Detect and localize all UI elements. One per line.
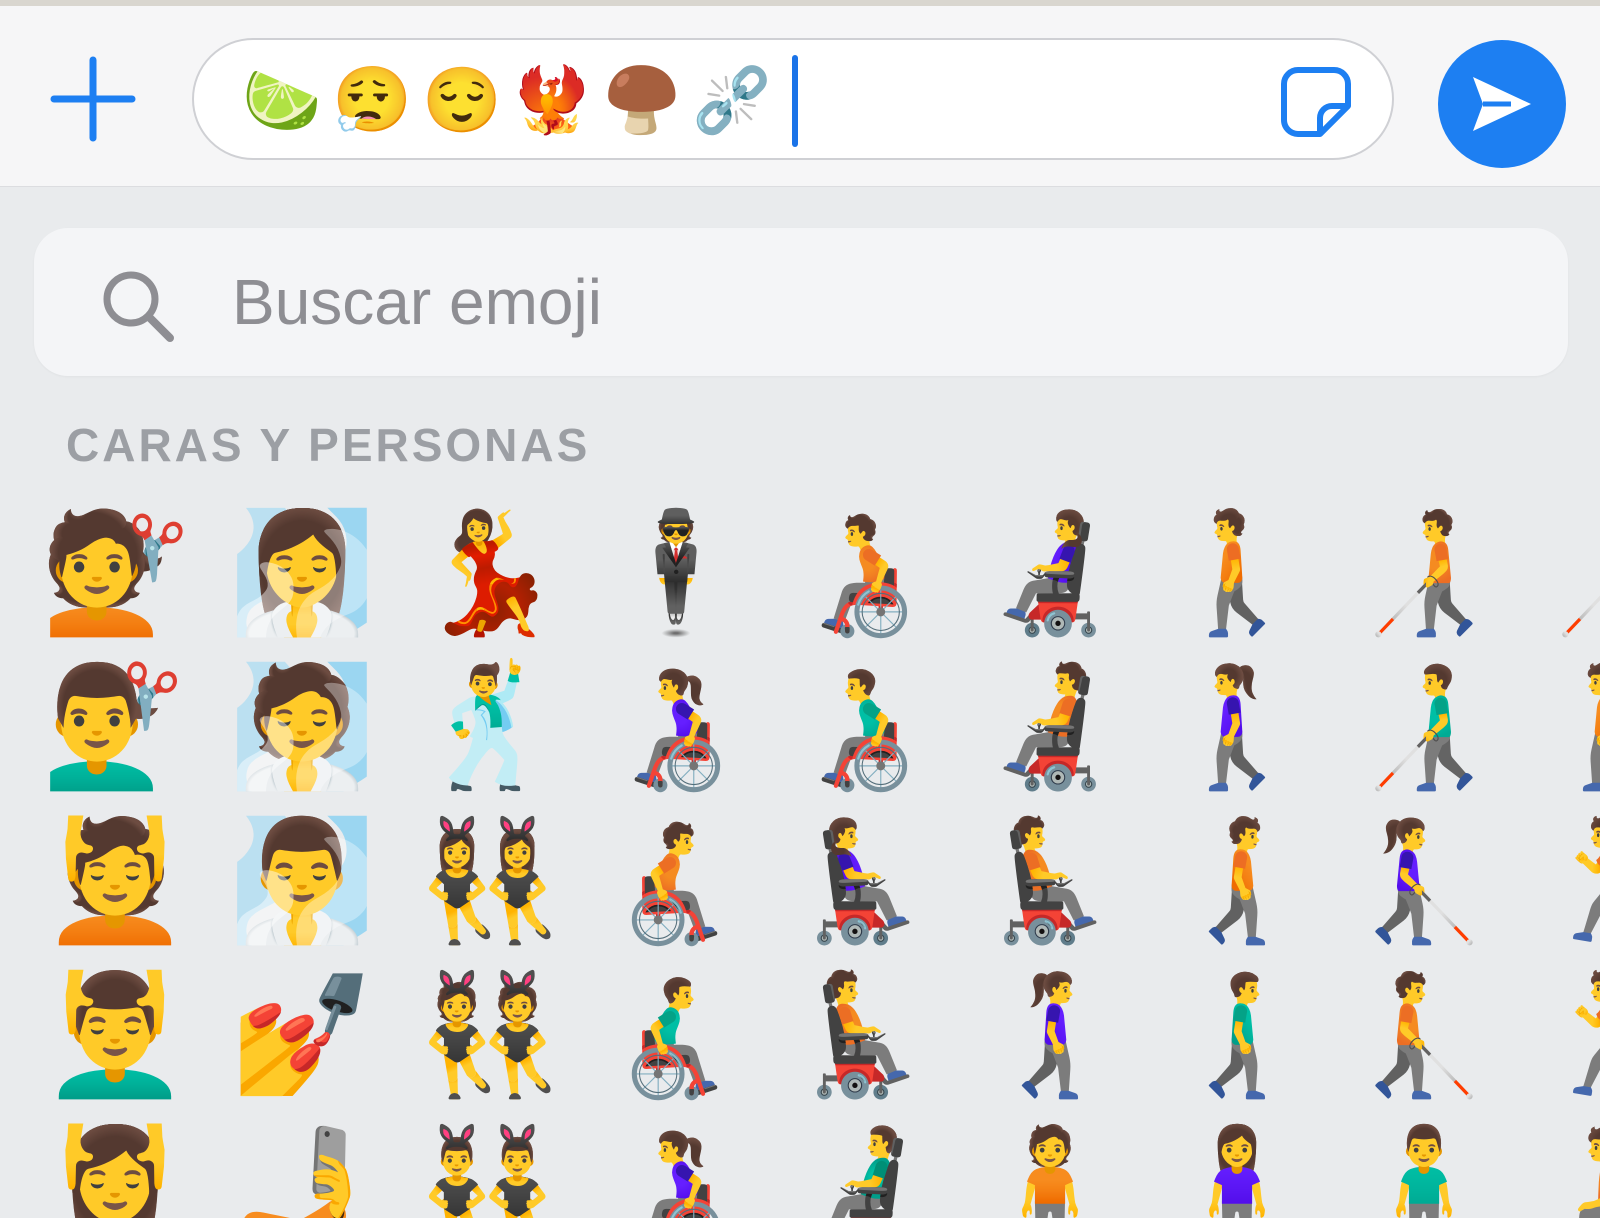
emoji-cell[interactable]: 🤳 (227, 1114, 377, 1218)
emoji-cell[interactable]: 🧑‍🦼‍➡️ (975, 806, 1125, 956)
emoji-cell[interactable]: 👩‍🦽 (601, 1114, 751, 1218)
sticker-button[interactable] (1276, 62, 1356, 142)
emoji-cell[interactable]: 👯 (414, 960, 564, 1110)
emoji-row: 💇🧖‍♀️💃🕴️🧑‍🦽👩‍🦼🚶🧑‍🦯🧑‍🦯 (40, 498, 1600, 648)
emoji-cell[interactable]: 🧑‍🦯 (1536, 498, 1600, 648)
emoji-cell[interactable]: 🚶‍➡️ (1162, 806, 1312, 956)
emoji-cell[interactable]: 🚶 (1536, 652, 1600, 802)
emoji-cell[interactable]: 💃 (414, 498, 564, 648)
emoji-cell[interactable]: 💆‍♀️ (40, 1114, 190, 1218)
emoji-cell[interactable]: 👨‍🦽 (788, 652, 938, 802)
emoji-search-box (34, 228, 1568, 376)
emoji-cell[interactable]: 🏃 (1536, 960, 1600, 1110)
emoji-cell[interactable]: 🧖 (227, 652, 377, 802)
emoji-row: 💆🧖‍♂️👯‍♀️🧑‍🦽‍➡️👩‍🦼‍➡️🧑‍🦼‍➡️🚶‍➡️👩‍🦯‍➡️🏃 (40, 806, 1600, 956)
emoji-cell[interactable]: 👩‍🦼‍➡️ (788, 806, 938, 956)
emoji-cell[interactable]: 🚶‍♀️‍➡️ (975, 960, 1125, 1110)
emoji-cell[interactable]: 👩‍🦽 (601, 652, 751, 802)
typed-emoji-lime: 🍋‍🟩 (242, 64, 322, 136)
emoji-grid: 💇🧖‍♀️💃🕴️🧑‍🦽👩‍🦼🚶🧑‍🦯🧑‍🦯💇‍♂️🧖🕺👩‍🦽👨‍🦽🧑‍🦼🚶‍♀️… (40, 498, 1600, 1218)
emoji-cell[interactable]: 🧑‍🦼‍➡️ (788, 960, 938, 1110)
emoji-cell[interactable]: 💅 (227, 960, 377, 1110)
compose-bar: 🍋‍🟩 😮‍💨 😌 🐦‍🔥 🍄‍🟫 ⛓️‍💥 (0, 6, 1600, 187)
typed-emoji-list: 🍋‍🟩 😮‍💨 😌 🐦‍🔥 🍄‍🟫 ⛓️‍💥 (242, 52, 772, 148)
emoji-cell[interactable]: 💇‍♂️ (40, 652, 190, 802)
section-title: CARAS Y PERSONAS (66, 419, 591, 471)
emoji-cell[interactable]: 🕺 (414, 652, 564, 802)
text-caret (792, 55, 798, 147)
emoji-row: 💆‍♂️💅👯👨‍🦽‍➡️🧑‍🦼‍➡️🚶‍♀️‍➡️🚶‍♂️‍➡️🧑‍🦯‍➡️🏃 (40, 960, 1600, 1110)
sticker-icon (1281, 67, 1351, 137)
emoji-cell[interactable]: 🧍 (975, 1114, 1125, 1218)
typed-emoji-relieved-face: 😌 (422, 64, 502, 136)
message-input[interactable]: 🍋‍🟩 😮‍💨 😌 🐦‍🔥 🍄‍🟫 ⛓️‍💥 (192, 38, 1394, 160)
emoji-cell[interactable]: 🧑‍🦯‍➡️ (1349, 960, 1499, 1110)
emoji-cell[interactable]: 🧑‍🦽 (788, 498, 938, 648)
emoji-cell[interactable]: 👩‍🦼 (975, 498, 1125, 648)
emoji-cell[interactable]: 👨‍🦽‍➡️ (601, 960, 751, 1110)
emoji-cell[interactable]: 🧎 (1536, 1114, 1600, 1218)
emoji-cell[interactable]: 👨‍🦯 (1349, 652, 1499, 802)
send-icon (1473, 77, 1531, 131)
search-icon (103, 271, 174, 342)
emoji-cell[interactable]: 👯‍♂️ (414, 1114, 564, 1218)
emoji-search-input[interactable] (194, 252, 1532, 352)
typed-emoji-face-exhaling: 😮‍💨 (332, 64, 412, 136)
emoji-row: 💆‍♀️ 🤳 👯‍♂️ 👩‍🦽 👨‍🦼 🧍 🧍‍♀️ 🧍‍♂️ 🧎 (40, 1114, 1600, 1218)
emoji-cell[interactable]: 👩‍🦯‍➡️ (1349, 806, 1499, 956)
send-button[interactable] (1438, 40, 1566, 168)
emoji-cell[interactable]: 🚶‍♂️‍➡️ (1162, 960, 1312, 1110)
emoji-cell[interactable]: 🧖‍♂️ (227, 806, 377, 956)
typed-emoji-broken-chain: ⛓️‍💥 (692, 64, 772, 136)
emoji-cell[interactable]: 🧍‍♀️ (1162, 1114, 1312, 1218)
emoji-cell[interactable]: 👨‍🦼 (788, 1114, 938, 1218)
typed-emoji-phoenix: 🐦‍🔥 (512, 64, 592, 136)
add-attachment-button[interactable] (50, 56, 136, 142)
emoji-cell[interactable]: 💆 (40, 806, 190, 956)
emoji-cell[interactable]: 🕴️ (601, 498, 751, 648)
emoji-cell[interactable]: 👯‍♀️ (414, 806, 564, 956)
emoji-cell[interactable]: 🧖‍♀️ (227, 498, 377, 648)
emoji-cell[interactable]: 🧑‍🦼 (975, 652, 1125, 802)
emoji-cell[interactable]: 🧑‍🦯 (1349, 498, 1499, 648)
emoji-cell[interactable]: 🚶 (1162, 498, 1312, 648)
emoji-row: 💇‍♂️🧖🕺👩‍🦽👨‍🦽🧑‍🦼🚶‍♀️👨‍🦯🚶 (40, 652, 1600, 802)
emoji-cell[interactable]: 💇 (40, 498, 190, 648)
emoji-cell[interactable]: 💆‍♂️ (40, 960, 190, 1110)
emoji-cell[interactable]: 🚶‍♀️ (1162, 652, 1312, 802)
emoji-cell[interactable]: 🏃 (1536, 806, 1600, 956)
emoji-cell[interactable]: 🧍‍♂️ (1349, 1114, 1499, 1218)
emoji-cell[interactable]: 🧑‍🦽‍➡️ (601, 806, 751, 956)
plus-icon (50, 56, 136, 142)
typed-emoji-brown-mushroom: 🍄‍🟫 (602, 64, 682, 136)
